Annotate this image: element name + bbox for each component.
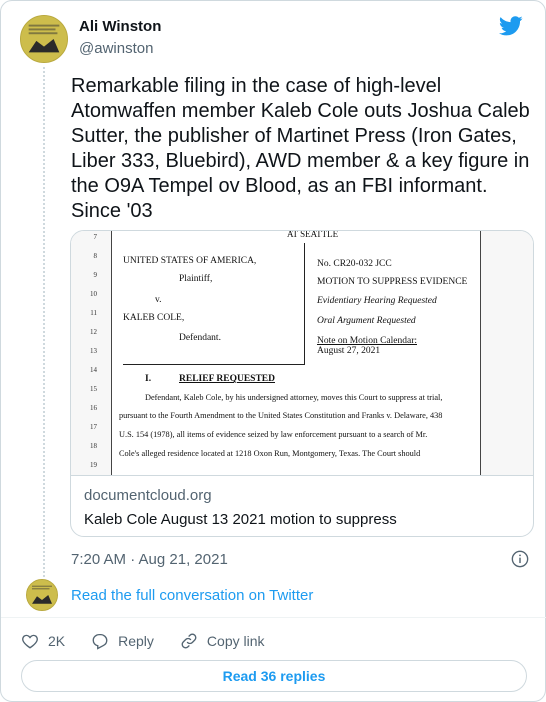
section-number: I.	[145, 374, 152, 384]
line-number: 10	[90, 290, 97, 298]
calendar-note: Note on Motion Calendar:	[317, 336, 417, 346]
section-title: RELIEF REQUESTED	[179, 374, 275, 384]
plaintiff-party: UNITED STATES OF AMERICA,	[123, 256, 257, 266]
line-number: 8	[93, 252, 98, 260]
body-line: Cole's alleged residence located at 1218…	[119, 449, 421, 458]
line-number: 11	[90, 309, 97, 317]
line-number: 7	[93, 233, 98, 241]
case-number: No. CR20-032 JCC	[317, 259, 392, 269]
author-avatar-small[interactable]	[26, 579, 58, 611]
link-preview-card[interactable]: AT SEATTLE 7 8 9 10 11 12 13 14 15 16 17…	[70, 230, 534, 537]
heart-icon	[22, 634, 38, 649]
reply-button[interactable]: Reply	[91, 632, 154, 650]
body-line: pursuant to the Fourth Amendment to the …	[119, 411, 443, 420]
line-number: 18	[90, 442, 97, 450]
link-card-meta: documentcloud.org Kaleb Cole August 13 2…	[84, 487, 397, 528]
reply-icon	[92, 633, 108, 650]
line-number: 14	[90, 366, 97, 374]
line-number: 16	[90, 404, 97, 412]
thread-connector	[43, 67, 45, 577]
page-margin-right	[480, 231, 481, 475]
plaintiff-role: Plaintiff,	[179, 274, 213, 284]
author-name[interactable]: Ali Winston	[79, 18, 161, 35]
like-button[interactable]: 2K	[21, 632, 65, 650]
action-bar: 2K Reply Copy link	[21, 631, 291, 651]
author-handle[interactable]: @awinston	[79, 40, 153, 57]
tweet-timestamp[interactable]: 7:20 AM · Aug 21, 2021	[71, 551, 228, 568]
calendar-date: August 27, 2021	[317, 346, 381, 356]
line-number: 15	[90, 385, 97, 393]
copy-link-label: Copy link	[206, 633, 265, 649]
line-number: 9	[93, 271, 98, 279]
versus-text: v.	[155, 295, 162, 305]
line-number: 17	[90, 423, 97, 431]
link-icon	[181, 633, 197, 649]
motion-title: MOTION TO SUPPRESS EVIDENCE	[317, 277, 468, 287]
link-title: Kaleb Cole August 13 2021 motion to supp…	[84, 511, 397, 528]
info-icon[interactable]	[511, 550, 529, 568]
link-domain: documentcloud.org	[84, 487, 212, 504]
court-header: AT SEATTLE	[287, 231, 339, 239]
author-avatar[interactable]	[20, 15, 68, 63]
document-preview-image: AT SEATTLE 7 8 9 10 11 12 13 14 15 16 17…	[71, 231, 533, 476]
line-number: 13	[90, 347, 97, 355]
line-number: 19	[90, 461, 97, 469]
oral-argument-request: Oral Argument Requested	[317, 316, 416, 326]
hearing-request: Evidentiary Hearing Requested	[317, 296, 437, 306]
body-line: U.S. 154 (1978), all items of evidence s…	[119, 430, 428, 439]
read-replies-button[interactable]: Read 36 replies	[21, 660, 527, 692]
document-page: AT SEATTLE 7 8 9 10 11 12 13 14 15 16 17…	[90, 231, 481, 475]
tweet-text: Remarkable filing in the case of high-le…	[71, 75, 530, 222]
read-conversation-link[interactable]: Read the full conversation on Twitter	[71, 587, 313, 604]
line-number: 12	[90, 328, 97, 336]
page-margin-left	[111, 231, 112, 475]
like-count: 2K	[48, 633, 66, 649]
twitter-logo-icon[interactable]	[499, 15, 523, 37]
tweet-card: Ali Winston @awinston Remarkable filing …	[0, 0, 546, 702]
reply-label: Reply	[118, 633, 154, 649]
copy-link-button[interactable]: Copy link	[180, 632, 265, 650]
actions-divider	[1, 617, 546, 618]
body-line: Defendant, Kaleb Cole, by his undersigne…	[145, 393, 443, 402]
defendant-role: Defendant.	[179, 333, 221, 343]
defendant-party: KALEB COLE,	[123, 313, 185, 323]
